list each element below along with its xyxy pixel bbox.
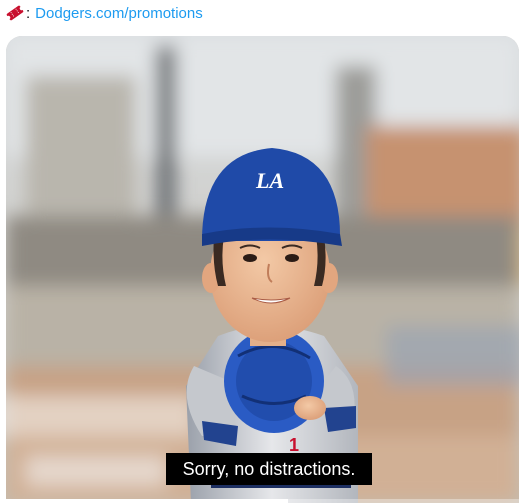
- promotions-link[interactable]: Dodgers.com/promotions: [35, 5, 203, 22]
- ticket-icon: [6, 4, 24, 22]
- colon-separator: :: [26, 4, 31, 22]
- cap-logo: LA: [255, 168, 284, 193]
- tweet-text: : Dodgers.com/promotions: [6, 2, 203, 24]
- video-progress-bar[interactable]: [6, 499, 519, 503]
- video-frame: 1 LA: [6, 36, 519, 503]
- video-player[interactable]: 1 LA Sorry, no distractions.: [6, 36, 519, 503]
- video-progress-fill: [6, 499, 289, 503]
- svg-text:1: 1: [289, 435, 299, 455]
- video-caption: Sorry, no distractions.: [166, 453, 372, 485]
